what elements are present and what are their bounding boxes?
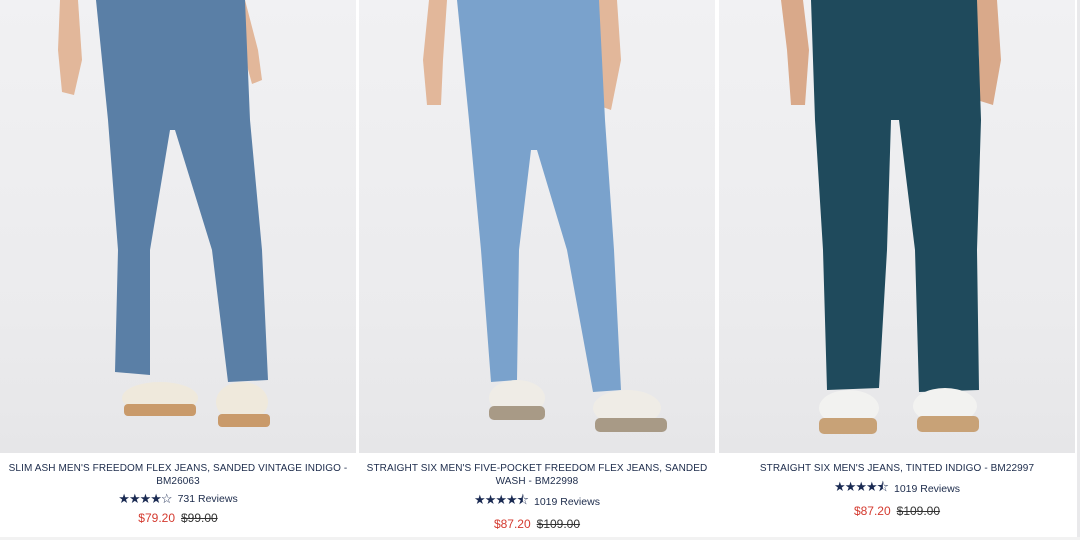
product-title[interactable]: STRAIGHT SIX MEN'S JEANS, TINTED INDIGO … bbox=[719, 462, 1075, 475]
price-row: $87.20 $109.00 bbox=[359, 517, 715, 531]
product-title[interactable]: SLIM ASH MEN'S FREEDOM FLEX JEANS, SANDE… bbox=[0, 462, 356, 488]
jeans-photo bbox=[781, 0, 1001, 434]
product-info: STRAIGHT SIX MEN'S FIVE-POCKET FREEDOM F… bbox=[359, 462, 715, 531]
sale-price: $87.20 bbox=[493, 517, 531, 531]
review-count[interactable]: 731 Reviews bbox=[178, 493, 238, 505]
product-grid: SLIM ASH MEN'S FREEDOM FLEX JEANS, SANDE… bbox=[0, 0, 1080, 540]
price-row: $79.20 $99.00 bbox=[0, 511, 356, 525]
product-card[interactable]: SLIM ASH MEN'S FREEDOM FLEX JEANS, SANDE… bbox=[0, 0, 356, 540]
review-count[interactable]: 1019 Reviews bbox=[894, 483, 960, 495]
product-info: SLIM ASH MEN'S FREEDOM FLEX JEANS, SANDE… bbox=[0, 462, 356, 525]
product-image[interactable] bbox=[359, 0, 715, 453]
jeans-photo bbox=[58, 0, 270, 427]
rating-stars-icon: ★★★★☆ bbox=[118, 491, 172, 506]
product-card[interactable]: STRAIGHT SIX MEN'S JEANS, TINTED INDIGO … bbox=[719, 0, 1075, 540]
price-row: $87.20 $109.00 bbox=[719, 504, 1075, 518]
product-image[interactable] bbox=[719, 0, 1075, 453]
rating-stars-icon: ★★★★⯪ bbox=[834, 479, 889, 494]
review-count[interactable]: 1019 Reviews bbox=[534, 496, 600, 508]
original-price: $99.00 bbox=[181, 511, 218, 525]
product-card[interactable]: STRAIGHT SIX MEN'S FIVE-POCKET FREEDOM F… bbox=[359, 0, 715, 540]
sale-price: $79.20 bbox=[138, 511, 175, 525]
original-price: $109.00 bbox=[896, 504, 941, 518]
jeans-photo bbox=[423, 0, 667, 432]
product-rating[interactable]: ★★★★☆ 731 Reviews bbox=[0, 491, 356, 507]
product-title[interactable]: STRAIGHT SIX MEN'S FIVE-POCKET FREEDOM F… bbox=[359, 462, 715, 488]
product-image[interactable] bbox=[0, 0, 356, 453]
sale-price: $87.20 bbox=[853, 504, 891, 518]
product-info: STRAIGHT SIX MEN'S JEANS, TINTED INDIGO … bbox=[719, 462, 1075, 518]
product-rating[interactable]: ★★★★⯪ 1019 Reviews bbox=[719, 478, 1075, 500]
original-price: $109.00 bbox=[536, 517, 581, 531]
rating-stars-icon: ★★★★⯪ bbox=[474, 492, 529, 507]
product-rating[interactable]: ★★★★⯪ 1019 Reviews bbox=[359, 491, 715, 513]
